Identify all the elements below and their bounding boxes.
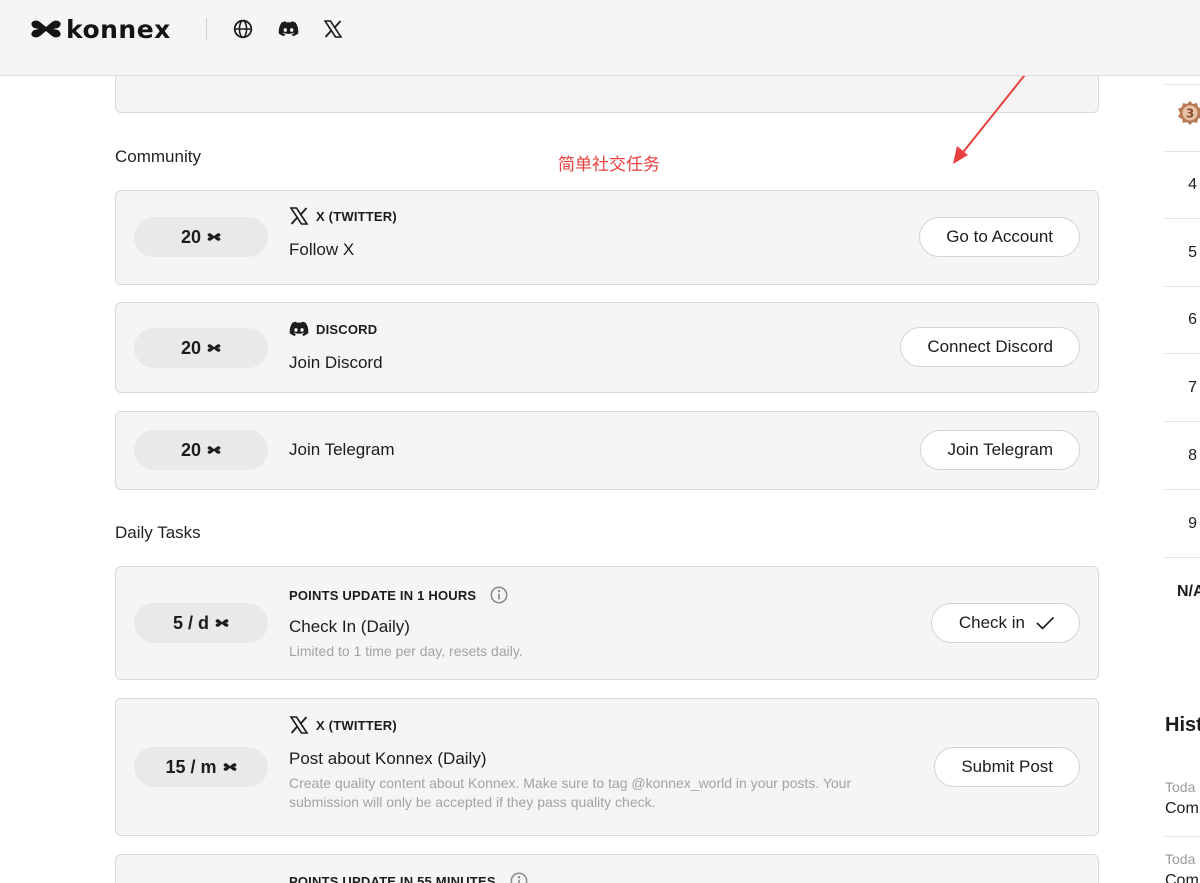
- task-title: Post about Konnex (Daily): [289, 749, 487, 768]
- platform-label: X (TWITTER): [289, 716, 397, 734]
- konnex-points-icon: [207, 344, 221, 352]
- leaderboard-row: 8: [1165, 422, 1200, 490]
- annotation-text: 简单社交任务: [558, 155, 660, 175]
- history-divider: [1165, 836, 1200, 837]
- platform-label: X (TWITTER): [289, 207, 397, 225]
- status-label: POINTS UPDATE IN 55 MINUTES: [289, 872, 529, 883]
- task-card-join-telegram: 20 Join Telegram Join Telegram: [115, 411, 1099, 490]
- points-value: 20: [180, 337, 202, 358]
- status-text: POINTS UPDATE IN 55 MINUTES: [289, 873, 496, 883]
- leaderboard-row: 6: [1165, 287, 1200, 354]
- top-header: konnex: [0, 0, 1200, 76]
- points-pill: 15 / m: [134, 747, 268, 787]
- discord-icon: [289, 321, 309, 336]
- konnex-logo[interactable]: konnex: [30, 14, 171, 44]
- x-icon: [289, 716, 309, 734]
- go-to-account-button[interactable]: Go to Account: [919, 217, 1080, 257]
- leaderboard-row: 5: [1165, 219, 1200, 287]
- history-entry-text: Com: [1165, 800, 1199, 817]
- platform-name: X (TWITTER): [316, 717, 397, 733]
- check-in-button[interactable]: Check in: [930, 603, 1080, 643]
- task-card-partial: POINTS UPDATE IN 55 MINUTES: [115, 854, 1099, 883]
- points-value: 5 / d: [172, 612, 209, 633]
- points-value: 20: [180, 226, 202, 247]
- leaderboard-row-na: N/A: [1177, 583, 1200, 600]
- points-pill: 5 / d: [134, 603, 268, 643]
- konnex-points-icon: [223, 763, 236, 771]
- points-pill: 20: [134, 430, 268, 470]
- points-pill: 20: [134, 328, 268, 368]
- x-icon: [289, 207, 309, 225]
- konnex-points-icon: [215, 619, 229, 627]
- globe-icon[interactable]: [232, 18, 254, 40]
- points-value: 20: [180, 439, 202, 460]
- leaderboard-row: 7: [1165, 354, 1200, 422]
- discord-icon[interactable]: [277, 18, 299, 40]
- task-title: Follow X: [289, 240, 355, 259]
- info-icon[interactable]: [509, 872, 529, 883]
- check-in-label: Check in: [958, 613, 1025, 632]
- task-title: Check In (Daily): [289, 617, 410, 636]
- platform-name: X (TWITTER): [316, 208, 397, 224]
- status-label: POINTS UPDATE IN 1 HOURS: [289, 586, 509, 604]
- submit-post-button[interactable]: Submit Post: [934, 747, 1080, 787]
- leaderboard-row: 4: [1165, 152, 1200, 219]
- task-card-join-discord: 20 DISCORD Join Discord Connect Discord: [115, 302, 1099, 393]
- points-pill: 20: [134, 217, 268, 257]
- x-icon[interactable]: [322, 18, 344, 40]
- history-date: Toda: [1165, 779, 1196, 795]
- platform-label: DISCORD: [289, 320, 377, 338]
- history-entry-text: Com: [1165, 872, 1199, 883]
- task-description: Create quality content about Konnex. Mak…: [289, 775, 852, 810]
- community-section-title: Community: [115, 147, 201, 166]
- task-description: Limited to 1 time per day, resets daily.: [289, 643, 523, 659]
- history-title: Hist: [1165, 714, 1200, 736]
- points-value: 15 / m: [165, 756, 217, 777]
- annotation-arrow: [953, 65, 1033, 164]
- rank-3-medal-icon: 3: [1178, 101, 1200, 125]
- konnex-x-mark-icon: [31, 20, 61, 38]
- task-card-follow-x: 20 X (TWITTER) Follow X Go to Account: [115, 190, 1099, 285]
- history-date: Toda: [1165, 851, 1196, 867]
- status-text: POINTS UPDATE IN 1 HOURS: [289, 587, 477, 603]
- platform-name: DISCORD: [316, 321, 378, 337]
- task-title: Join Discord: [289, 353, 383, 372]
- checkmark-icon: [1036, 616, 1055, 630]
- logo-wordmark: konnex: [66, 14, 171, 44]
- task-card-check-in: 5 / d POINTS UPDATE IN 1 HOURS Check In …: [115, 566, 1099, 680]
- header-divider: [206, 18, 207, 40]
- task-title: Join Telegram: [289, 440, 395, 459]
- daily-tasks-section-title: Daily Tasks: [115, 523, 201, 542]
- konnex-points-icon: [207, 233, 221, 241]
- rail-divider: [1165, 84, 1200, 85]
- medal-rank: 3: [1186, 107, 1194, 121]
- task-card-post-about-konnex: 15 / m X (TWITTER) Post about Konnex (Da…: [115, 698, 1099, 836]
- info-icon[interactable]: [489, 586, 509, 604]
- connect-discord-button[interactable]: Connect Discord: [900, 327, 1080, 367]
- leaderboard-row: 9: [1165, 490, 1200, 558]
- join-telegram-button[interactable]: Join Telegram: [920, 430, 1080, 470]
- konnex-points-icon: [207, 446, 221, 454]
